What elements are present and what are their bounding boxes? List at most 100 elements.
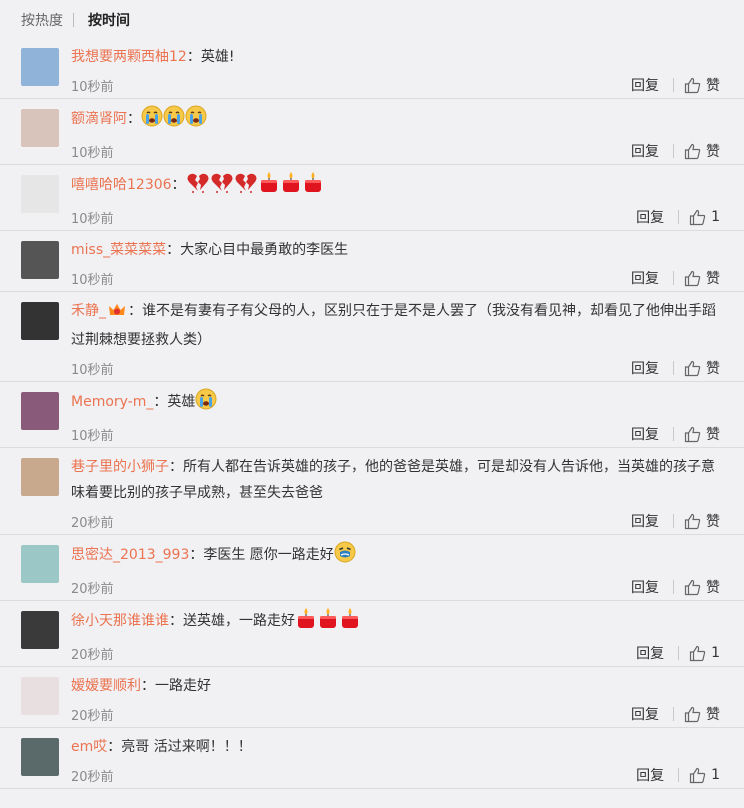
comment-item: 思密达_2013_993：李医生 愿你一路走好 20秒前 回复 赞	[0, 535, 744, 601]
comment-time: 10秒前	[71, 428, 114, 444]
colon-separator: ：	[169, 459, 183, 475]
action-divider	[678, 210, 680, 224]
comment-username[interactable]: 巷子里的小狮子	[71, 459, 169, 475]
thumbs-up-icon	[684, 513, 706, 530]
candle-icon	[295, 607, 317, 638]
reply-button[interactable]: 回复	[631, 577, 659, 597]
like-button[interactable]: 赞	[684, 141, 720, 161]
comment-text-line: 我想要两颗西柚12：英雄!	[71, 44, 720, 70]
comment-text-line: 额滴肾阿：	[71, 105, 720, 136]
colon-separator: ：	[171, 177, 186, 193]
comment-username[interactable]: 徐小天那谁谁谁	[71, 613, 169, 629]
candle-icon	[317, 607, 339, 638]
thumbs-up-icon	[689, 767, 711, 784]
sobbing-face-icon	[334, 541, 356, 572]
avatar[interactable]	[21, 545, 59, 583]
thumbs-up-icon	[684, 77, 706, 94]
reply-button[interactable]: 回复	[631, 704, 659, 724]
avatar[interactable]	[21, 241, 59, 279]
reply-button[interactable]: 回复	[631, 511, 659, 531]
comment-text-line: miss_菜菜菜菜：大家心目中最勇敢的李医生	[71, 237, 720, 263]
comment-item: Memory-m_：英雄 10秒前 回复 赞	[0, 382, 744, 448]
candle-icon	[280, 171, 302, 202]
avatar[interactable]	[21, 458, 59, 496]
action-divider	[673, 78, 674, 92]
comment-username[interactable]: 禾静_	[71, 303, 106, 319]
comment-text-line: 思密达_2013_993：李医生 愿你一路走好	[71, 541, 720, 572]
comment-username[interactable]: miss_菜菜菜菜	[71, 242, 166, 258]
comment-time: 20秒前	[71, 647, 114, 663]
crying-face-icon	[185, 105, 207, 136]
comment-username[interactable]: Memory-m_	[71, 394, 153, 410]
reply-button[interactable]: 回复	[636, 643, 664, 663]
comment-username[interactable]: 思密达_2013_993	[71, 547, 189, 563]
action-divider	[673, 271, 674, 285]
crying-face-icon	[195, 388, 217, 419]
reply-button[interactable]: 回复	[636, 207, 664, 227]
reply-button[interactable]: 回复	[636, 765, 664, 785]
avatar[interactable]	[21, 109, 59, 147]
like-button[interactable]: 赞	[684, 704, 720, 724]
reply-button[interactable]: 回复	[631, 268, 659, 288]
vip-badge-icon	[108, 301, 126, 327]
like-button[interactable]: 1	[689, 645, 720, 662]
like-count: 赞	[706, 427, 720, 443]
like-button[interactable]: 1	[689, 767, 720, 784]
tab-divider	[73, 13, 74, 27]
thumbs-up-icon	[689, 645, 711, 662]
action-divider	[673, 580, 674, 594]
like-count: 赞	[706, 707, 720, 723]
thumbs-up-icon	[684, 360, 706, 377]
thumbs-up-icon	[684, 706, 706, 723]
comment-username[interactable]: em哎	[71, 739, 107, 755]
comment-username[interactable]: 我想要两颗西柚12	[71, 49, 187, 65]
comment-username[interactable]: 额滴肾阿	[71, 111, 127, 127]
avatar[interactable]	[21, 302, 59, 340]
comment-item: 嘻嘻哈哈12306： 10秒前 回复 1	[0, 165, 744, 231]
like-button[interactable]: 1	[689, 209, 720, 226]
comment-time: 10秒前	[71, 79, 114, 95]
comment-time: 10秒前	[71, 272, 114, 288]
comment-time: 20秒前	[71, 769, 114, 785]
comment-username[interactable]: 嫒嫒要顺利	[71, 678, 141, 694]
like-button[interactable]: 赞	[684, 358, 720, 378]
like-button[interactable]: 赞	[684, 424, 720, 444]
colon-separator: ：	[127, 111, 141, 127]
tab-by-popularity[interactable]: 按热度	[21, 10, 63, 30]
like-button[interactable]: 赞	[684, 511, 720, 531]
reply-button[interactable]: 回复	[631, 75, 659, 95]
comment-item: 徐小天那谁谁谁：送英雄，一路走好 20秒前 回复 1	[0, 601, 744, 667]
comment-text-line: Memory-m_：英雄	[71, 388, 720, 419]
comment-text: 英雄	[167, 394, 196, 410]
avatar[interactable]	[21, 175, 59, 213]
avatar[interactable]	[21, 677, 59, 715]
broken-heart-icon	[186, 171, 210, 202]
crying-face-icon	[141, 105, 163, 136]
candle-icon	[302, 171, 324, 202]
comment-time: 10秒前	[71, 362, 114, 378]
colon-separator: ：	[166, 242, 181, 258]
thumbs-up-icon	[684, 143, 706, 160]
comment-username[interactable]: 嘻嘻哈哈12306	[71, 177, 172, 193]
like-button[interactable]: 赞	[684, 268, 720, 288]
avatar[interactable]	[21, 738, 59, 776]
avatar[interactable]	[21, 392, 59, 430]
thumbs-up-icon	[684, 426, 706, 443]
broken-heart-icon	[210, 171, 234, 202]
avatar[interactable]	[21, 611, 59, 649]
broken-heart-icon	[234, 171, 258, 202]
avatar[interactable]	[21, 48, 59, 86]
comment-item: 额滴肾阿： 10秒前 回复 赞	[0, 99, 744, 165]
reply-button[interactable]: 回复	[631, 424, 659, 444]
reply-button[interactable]: 回复	[631, 141, 659, 161]
comment-text-line: 徐小天那谁谁谁：送英雄，一路走好	[71, 607, 720, 638]
reply-button[interactable]: 回复	[631, 358, 659, 378]
like-button[interactable]: 赞	[684, 75, 720, 95]
colon-separator: ：	[189, 547, 204, 563]
action-divider	[678, 646, 680, 660]
comment-time: 10秒前	[71, 145, 114, 161]
comment-time: 20秒前	[71, 581, 114, 597]
comment-text-line: 巷子里的小狮子：所有人都在告诉英雄的孩子，他的爸爸是英雄，可是却没有人告诉他，当…	[71, 454, 720, 506]
tab-by-time[interactable]: 按时间	[88, 10, 130, 30]
like-button[interactable]: 赞	[684, 577, 720, 597]
